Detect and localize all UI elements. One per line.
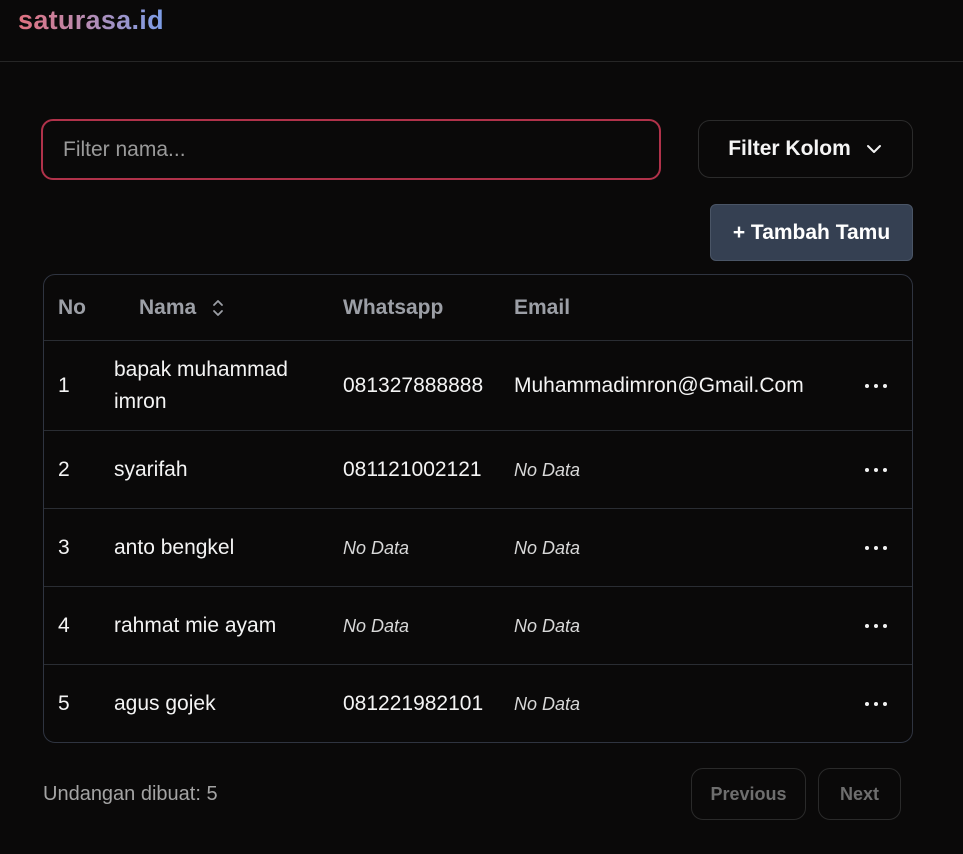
column-header-no: No	[58, 296, 86, 319]
table-row: 3 anto bengkel No Data No Data	[44, 509, 912, 587]
filter-column-button[interactable]: Filter Kolom	[698, 120, 913, 178]
cell-nama: anto bengkel	[114, 535, 235, 559]
column-header-nama[interactable]: Nama	[139, 275, 226, 341]
cell-email: No Data	[514, 615, 581, 636]
column-header-whatsapp: Whatsapp	[343, 296, 444, 319]
cell-whatsapp: 081221982101	[343, 692, 484, 715]
cell-no: 4	[58, 613, 70, 637]
cell-nama: rahmat mie ayam	[114, 613, 277, 637]
cell-email: Muhammadimron@Gmail.Com	[514, 373, 804, 397]
cell-email: No Data	[514, 694, 581, 714]
filter-name-input[interactable]	[41, 119, 661, 180]
row-actions-more-icon[interactable]	[864, 665, 888, 742]
cell-no: 1	[58, 373, 70, 397]
row-actions-more-icon[interactable]	[864, 431, 888, 508]
previous-page-button[interactable]: Previous	[691, 768, 806, 820]
cell-nama: bapak muhammad imron	[114, 357, 288, 413]
filter-column-label: Filter Kolom	[728, 137, 851, 160]
table-row: 4 rahmat mie ayam No Data No Data	[44, 587, 912, 665]
column-header-email: Email	[514, 296, 571, 319]
table-row: 5 agus gojek 081221982101 No Data	[44, 665, 912, 742]
add-guest-label: + Tambah Tamu	[732, 220, 891, 244]
row-actions-more-icon[interactable]	[864, 587, 888, 664]
column-header-nama-label: Nama	[139, 296, 197, 319]
cell-nama: syarifah	[114, 457, 188, 481]
cell-whatsapp: No Data	[343, 537, 410, 558]
cell-email: No Data	[514, 459, 581, 480]
cell-nama: agus gojek	[114, 692, 216, 715]
chevron-down-icon	[865, 140, 883, 158]
cell-whatsapp: 081121002121	[343, 457, 482, 481]
invitation-count: Undangan dibuat: 5	[43, 783, 218, 805]
cell-email: No Data	[514, 537, 581, 558]
add-guest-button[interactable]: + Tambah Tamu	[710, 204, 913, 261]
cell-no: 2	[58, 457, 70, 481]
cell-no: 3	[58, 535, 70, 559]
row-actions-more-icon[interactable]	[864, 509, 888, 586]
cell-whatsapp: 081327888888	[343, 373, 484, 397]
table-row: 1 bapak muhammad imron 081327888888 Muhamma…	[44, 341, 912, 431]
guest-table: No Nama Whatsapp Email 1 bapak muhammad i…	[43, 274, 913, 743]
top-bar: saturasa.id	[0, 0, 963, 62]
row-actions-more-icon[interactable]	[864, 341, 888, 430]
sort-icon[interactable]	[210, 298, 226, 318]
table-row: 2 syarifah 081121002121 No Data	[44, 431, 912, 509]
cell-whatsapp: No Data	[343, 615, 410, 636]
next-page-button[interactable]: Next	[818, 768, 901, 820]
table-header: No Nama Whatsapp Email	[44, 275, 912, 341]
brand-logo[interactable]: saturasa.id	[18, 5, 164, 36]
cell-no: 5	[58, 692, 70, 715]
